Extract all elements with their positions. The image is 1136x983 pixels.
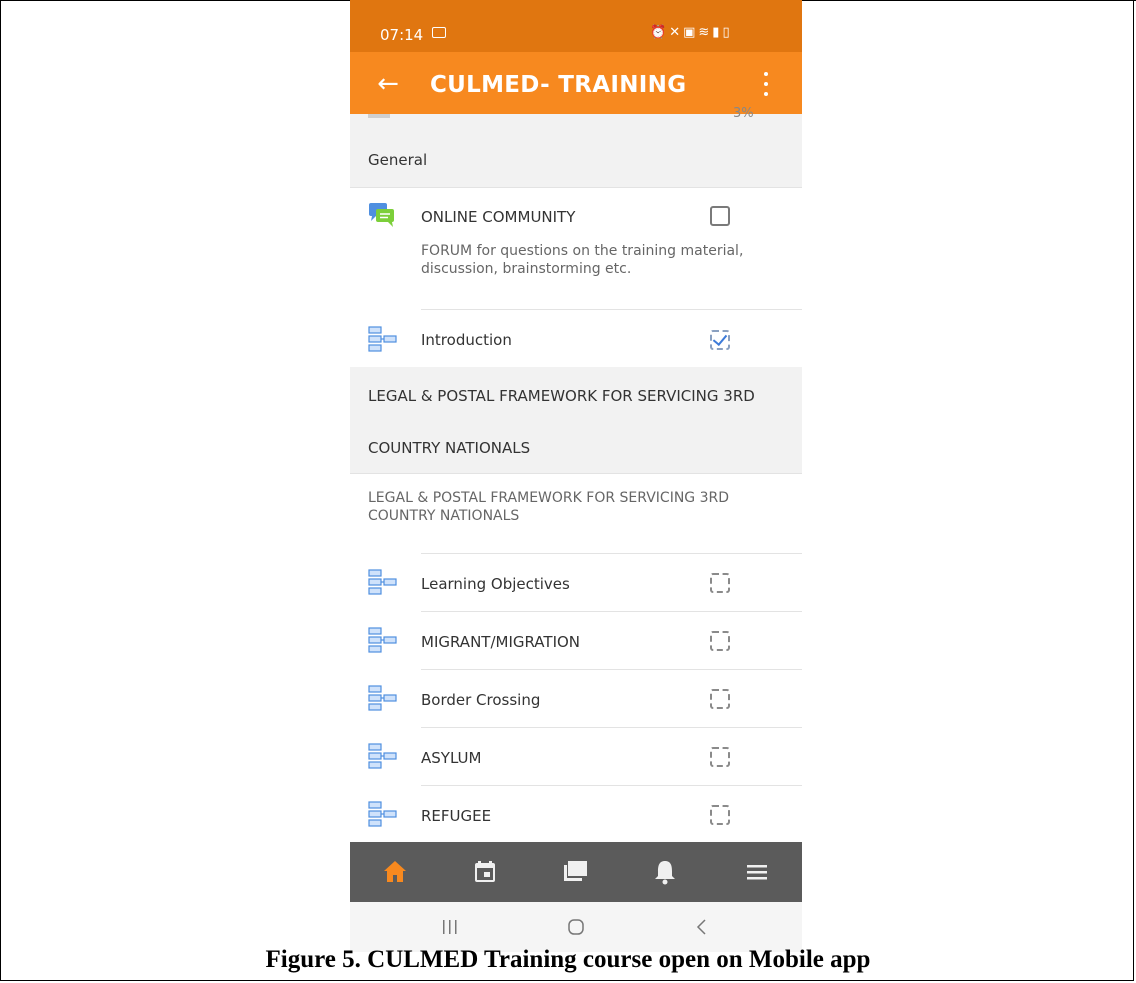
progress-percent: 3%: [733, 106, 754, 121]
section-title-line1: LEGAL & POSTAL FRAMEWORK FOR SERVICING 3…: [368, 387, 755, 405]
completion-checkbox: [710, 805, 730, 825]
bottom-navigation: [350, 842, 802, 902]
frame-top-rule-left: [0, 0, 350, 1]
activity-label: MIGRANT/MIGRATION: [421, 633, 581, 651]
activity-asylum[interactable]: ASYLUM: [350, 728, 802, 784]
activity-refugee[interactable]: REFUGEE: [350, 786, 802, 842]
activity-introduction[interactable]: Introduction: [350, 310, 802, 366]
arrow-left-icon: ←: [377, 69, 399, 99]
activity-label: Introduction: [421, 331, 512, 349]
nav-messages-button[interactable]: [530, 842, 620, 902]
book-icon: [368, 685, 398, 715]
activity-description: FORUM for questions on the training mate…: [421, 243, 744, 277]
progress-bar: [368, 114, 390, 118]
forum-icon: [368, 202, 396, 232]
activity-label: ONLINE COMMUNITY: [421, 208, 576, 226]
status-icons: ⏰✕▣≋▮▯: [650, 25, 733, 40]
status-time: 07:14: [380, 26, 424, 44]
system-back-button[interactable]: [666, 902, 736, 952]
book-icon: [368, 801, 398, 831]
nav-home-button[interactable]: [350, 842, 440, 902]
page-title: CULMED- TRAINING: [430, 72, 687, 98]
section-header-legal-postal[interactable]: LEGAL & POSTAL FRAMEWORK FOR SERVICING 3…: [350, 367, 802, 474]
completion-checkbox: [710, 573, 730, 593]
recent-apps-button[interactable]: [415, 902, 485, 952]
back-button[interactable]: ←: [370, 66, 406, 102]
phone-screenshot: 07:14 ⏰✕▣≋▮▯ ← CULMED- TRAINING 3% Gener…: [350, 0, 802, 952]
section-summary: LEGAL & POSTAL FRAMEWORK FOR SERVICING 3…: [368, 490, 730, 524]
mute-icon: ✕: [669, 25, 684, 40]
signal-icon: ▮: [712, 25, 723, 40]
activity-label: Border Crossing: [421, 691, 541, 709]
battery-icon: ▯: [722, 25, 733, 40]
figure-caption: Figure 5. CULMED Training course open on…: [265, 946, 871, 973]
activity-label: REFUGEE: [421, 807, 492, 825]
activity-label: Learning Objectives: [421, 575, 570, 593]
book-icon: [368, 326, 398, 356]
app-bar: ← CULMED- TRAINING: [350, 52, 802, 114]
completion-checkbox-checked: [710, 330, 730, 350]
completion-checkbox: [710, 631, 730, 651]
activity-online-community[interactable]: ONLINE COMMUNITY FORUM for questions on …: [350, 188, 802, 309]
nav-calendar-button[interactable]: [440, 842, 530, 902]
wifi-icon: ≋: [698, 25, 713, 40]
completion-checkbox: [710, 747, 730, 767]
section-title-line2: COUNTRY NATIONALS: [368, 439, 531, 457]
section-header-general[interactable]: General: [350, 133, 802, 188]
activity-migrant-migration[interactable]: MIGRANT/MIGRATION: [350, 612, 802, 668]
status-bar: 07:14 ⏰✕▣≋▮▯: [350, 0, 802, 52]
activity-learning-objectives[interactable]: Learning Objectives: [350, 554, 802, 610]
completion-checkbox: [710, 689, 730, 709]
book-icon: [368, 743, 398, 773]
lock-icon: ▣: [683, 25, 699, 40]
nav-notifications-button[interactable]: [620, 842, 710, 902]
alarm-icon: ⏰: [650, 25, 670, 40]
system-home-button[interactable]: [541, 902, 611, 952]
nav-more-button[interactable]: [712, 842, 802, 902]
frame-top-rule-right: [802, 0, 1136, 1]
activity-border-crossing[interactable]: Border Crossing: [350, 670, 802, 726]
system-navigation-bar: [350, 902, 802, 952]
more-menu-button[interactable]: [754, 68, 778, 100]
gallery-notification-icon: [432, 27, 446, 38]
activity-label: ASYLUM: [421, 749, 482, 767]
course-progress: 3%: [350, 106, 802, 133]
book-icon: [368, 627, 398, 657]
completion-checkbox[interactable]: [710, 206, 730, 226]
book-icon: [368, 569, 398, 599]
section-title: General: [368, 151, 428, 169]
